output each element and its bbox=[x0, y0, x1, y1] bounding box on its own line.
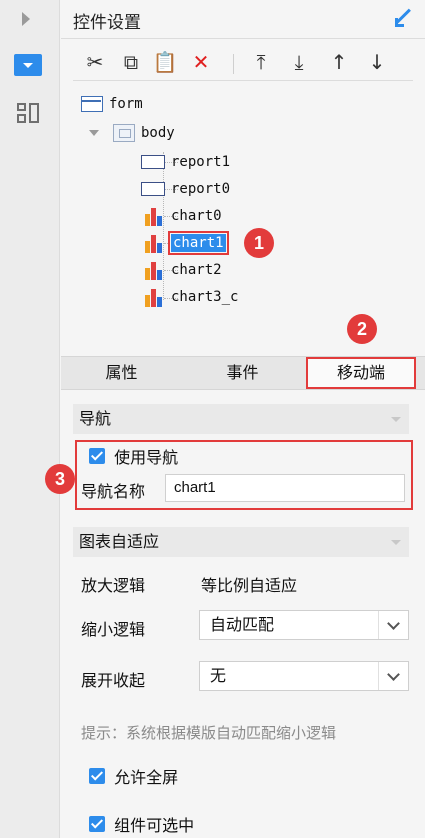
move-down-icon[interactable]: ↓ bbox=[363, 48, 391, 76]
zoom-in-value: 等比例自适应 bbox=[201, 576, 298, 595]
chart-icon bbox=[143, 205, 165, 227]
expand-arrow-icon[interactable] bbox=[22, 12, 30, 26]
layout-icon[interactable] bbox=[17, 103, 39, 123]
tree-node-chart3-c[interactable]: chart3_c bbox=[143, 285, 238, 309]
toolbar-divider bbox=[233, 54, 234, 74]
step-badge-1: 1 bbox=[244, 228, 274, 258]
tree-node-report1[interactable]: report1 bbox=[141, 150, 230, 174]
report-icon bbox=[141, 182, 165, 196]
tab-properties[interactable]: 属性 bbox=[61, 357, 182, 389]
toolbar: ✂ ⧉ 📋 ✕ ⤒ ⤓ ↑ ↓ bbox=[61, 44, 425, 80]
navigation-name-label: 导航名称 bbox=[81, 482, 146, 501]
selected-node-label: chart1 bbox=[168, 231, 229, 255]
report-icon bbox=[141, 155, 165, 169]
hint-text: 提示：系统根据模版自动匹配缩小逻辑 bbox=[81, 724, 337, 742]
body-icon bbox=[113, 124, 135, 142]
widget-settings-icon[interactable] bbox=[14, 54, 42, 76]
panel-title: 控件设置 bbox=[73, 13, 141, 33]
tree-node-chart0[interactable]: chart0 bbox=[143, 204, 222, 228]
widget-tree: form body report1 report0 chart0 chart1 … bbox=[61, 88, 425, 348]
collapse-arrow-icon[interactable] bbox=[89, 130, 99, 136]
form-icon bbox=[81, 96, 103, 112]
step-badge-2: 2 bbox=[347, 314, 377, 344]
move-top-icon[interactable]: ⤒ bbox=[247, 48, 275, 76]
step-badge-3: 3 bbox=[45, 464, 75, 494]
chart-icon bbox=[143, 232, 165, 254]
tree-node-chart2[interactable]: chart2 bbox=[143, 258, 222, 282]
cut-icon[interactable]: ✂ bbox=[81, 48, 109, 76]
delete-icon[interactable]: ✕ bbox=[187, 48, 215, 76]
zoom-out-select[interactable]: 自动匹配 bbox=[199, 610, 409, 640]
chevron-down-icon bbox=[391, 417, 401, 422]
chart-adaptive-section-header[interactable]: 图表自适应 bbox=[73, 527, 409, 557]
tab-events[interactable]: 事件 bbox=[182, 357, 303, 389]
move-up-icon[interactable]: ↑ bbox=[325, 48, 353, 76]
chevron-down-icon bbox=[378, 611, 408, 639]
checkbox-checked-icon bbox=[89, 816, 105, 832]
copy-icon[interactable]: ⧉ bbox=[117, 48, 145, 76]
tab-bar: 属性 事件 移动端 bbox=[61, 356, 425, 390]
chart-icon bbox=[143, 259, 165, 281]
collapse-panel-icon[interactable] bbox=[395, 8, 411, 27]
tree-node-report0[interactable]: report0 bbox=[141, 177, 230, 201]
zoom-in-label: 放大逻辑 bbox=[81, 576, 146, 595]
checkbox-checked-icon bbox=[89, 768, 105, 784]
paste-icon[interactable]: 📋 bbox=[151, 48, 179, 76]
chart-icon bbox=[143, 286, 165, 308]
expand-collapse-select[interactable]: 无 bbox=[199, 661, 409, 691]
allow-fullscreen-checkbox[interactable]: 允许全屏 bbox=[89, 764, 178, 788]
left-rail bbox=[0, 0, 60, 838]
tab-mobile[interactable]: 移动端 bbox=[306, 357, 416, 389]
expand-collapse-label: 展开收起 bbox=[81, 671, 146, 690]
checkbox-checked-icon bbox=[89, 448, 105, 464]
widget-settings-panel: 控件设置 ✂ ⧉ 📋 ✕ ⤒ ⤓ ↑ ↓ form body report1 r… bbox=[45, 0, 425, 838]
navigation-name-input[interactable]: chart1 bbox=[165, 474, 405, 502]
navigation-section-header[interactable]: 导航 bbox=[73, 404, 409, 434]
tree-node-chart1[interactable]: chart1 bbox=[143, 231, 229, 255]
component-selectable-checkbox[interactable]: 组件可选中 bbox=[89, 812, 194, 836]
tree-node-form[interactable]: form bbox=[81, 92, 143, 116]
chevron-down-icon bbox=[378, 662, 408, 690]
tree-node-body[interactable]: body bbox=[113, 121, 175, 145]
divider bbox=[73, 80, 413, 81]
divider bbox=[61, 38, 425, 39]
zoom-out-label: 缩小逻辑 bbox=[81, 620, 146, 639]
move-bottom-icon[interactable]: ⤓ bbox=[285, 48, 313, 76]
chevron-down-icon bbox=[391, 540, 401, 545]
use-navigation-checkbox[interactable]: 使用导航 bbox=[89, 444, 178, 468]
